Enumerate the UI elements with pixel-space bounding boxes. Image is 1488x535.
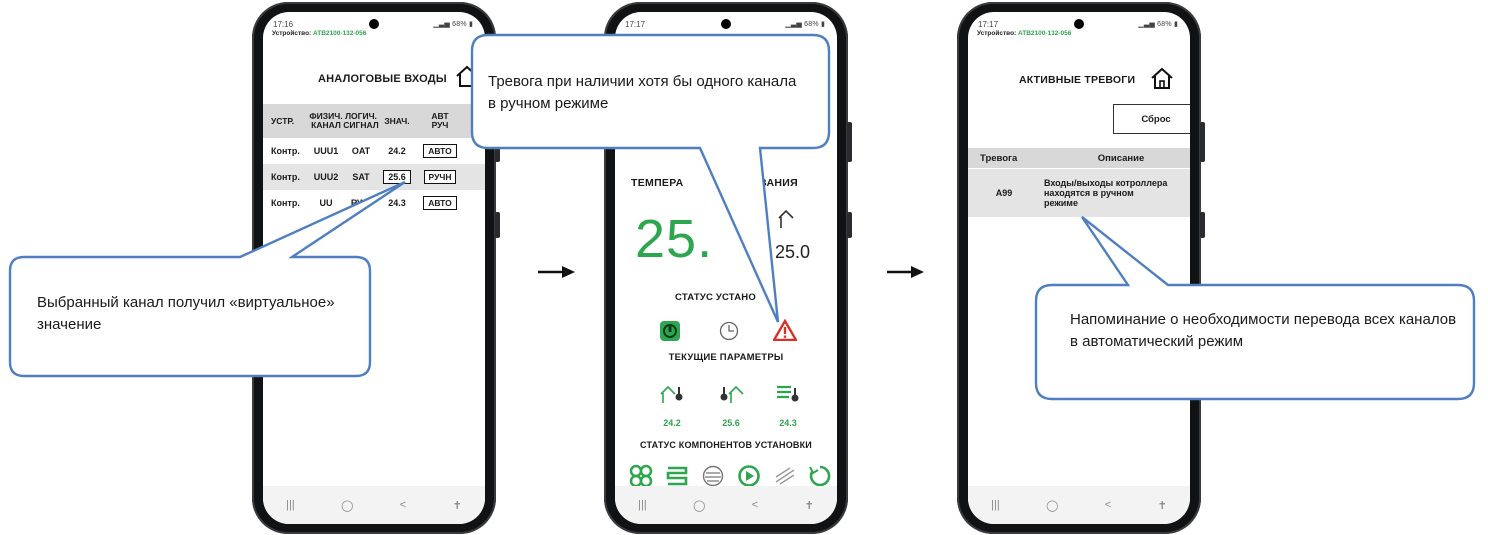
front-camera <box>721 19 731 29</box>
callout-left-text: Выбранный канал получил «виртуальное» зн… <box>37 294 335 333</box>
callout-right-bubble <box>1034 216 1476 401</box>
callout-right-text: Напоминание о необходимости перевода все… <box>1070 311 1457 350</box>
front-camera <box>1074 19 1084 29</box>
callout-middle-text: Тревога при наличии хотя бы одного канал… <box>488 73 797 112</box>
front-camera <box>369 19 379 29</box>
callout-left-bubble <box>8 180 406 378</box>
